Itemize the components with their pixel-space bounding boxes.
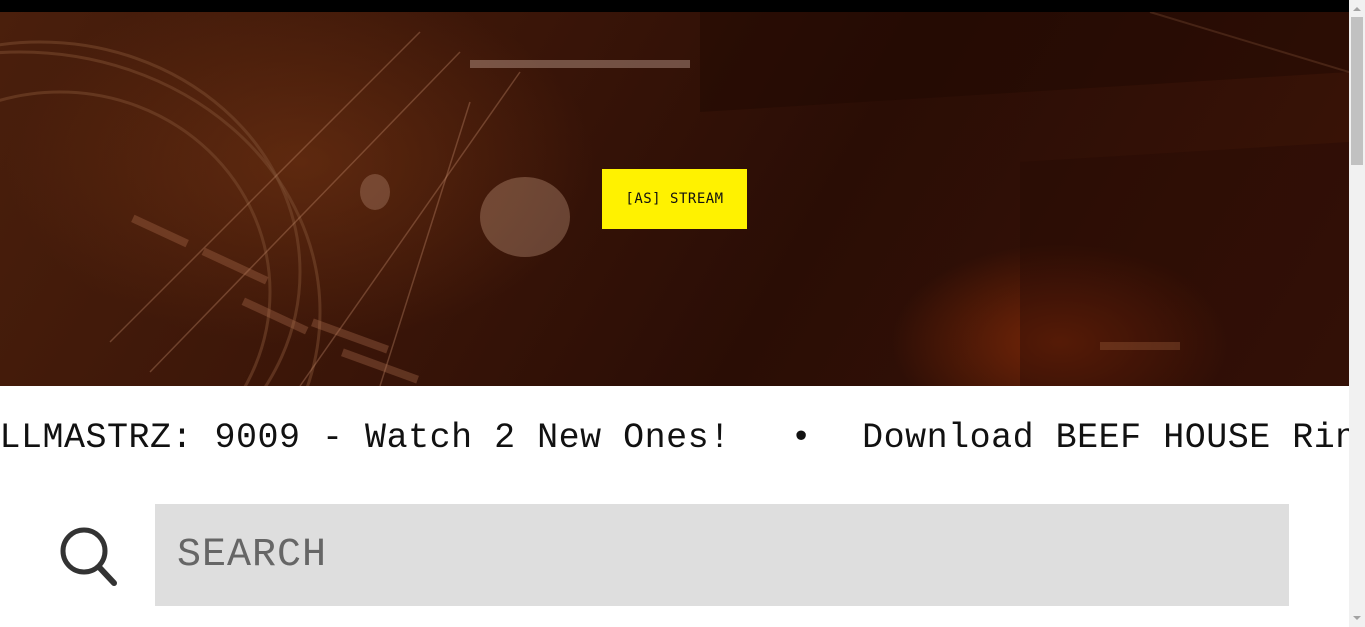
stream-button[interactable]: [AS] STREAM	[602, 169, 747, 229]
ticker-item[interactable]: Download BEEF HOUSE Ringtones	[862, 418, 1349, 458]
scroll-up-arrow-icon[interactable]	[1349, 2, 1365, 16]
search-input[interactable]	[155, 504, 1289, 606]
top-bar	[0, 0, 1349, 12]
ticker-separator: •	[790, 418, 813, 458]
ticker-track: ILLMASTRZ: 9009 - Watch 2 New Ones! • Down…	[0, 418, 1349, 458]
scroll-down-arrow-icon[interactable]	[1349, 611, 1365, 625]
scrollbar-thumb[interactable]	[1351, 17, 1363, 165]
news-ticker: ILLMASTRZ: 9009 - Watch 2 New Ones! • Down…	[0, 386, 1349, 496]
search-icon[interactable]	[58, 525, 118, 587]
scrollbar[interactable]	[1349, 0, 1365, 627]
ticker-item[interactable]: ILLMASTRZ: 9009 - Watch 2 New Ones!	[0, 418, 731, 458]
hero-banner: [AS] STREAM	[0, 12, 1349, 386]
